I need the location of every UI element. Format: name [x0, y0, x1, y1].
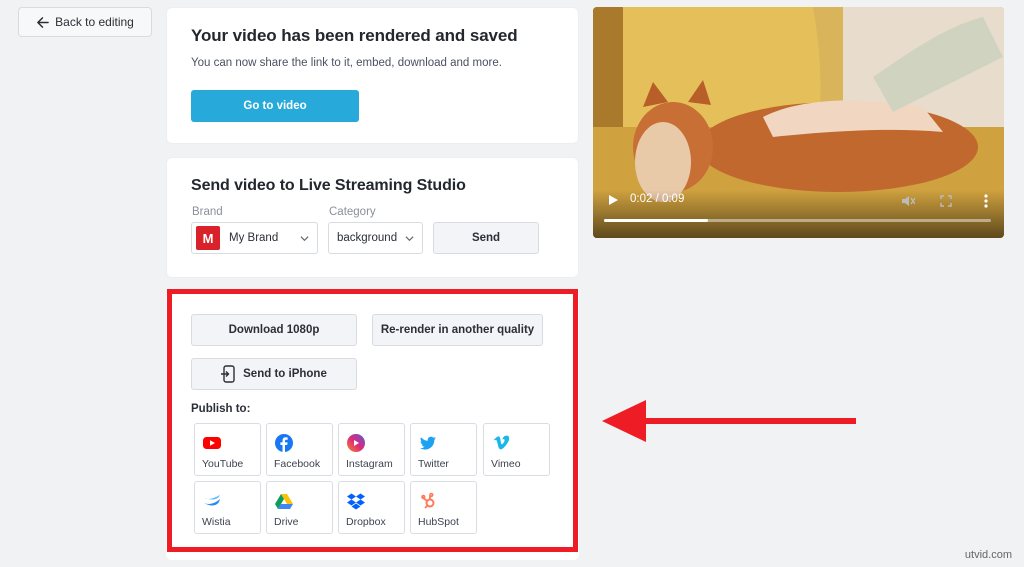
red-arrow-annotation	[602, 400, 856, 442]
video-player[interactable]: 0:02 / 0:09	[593, 7, 1004, 238]
mute-icon[interactable]	[901, 194, 915, 208]
platform-label: Drive	[274, 516, 299, 528]
publish-youtube-tile[interactable]: YouTube	[194, 423, 261, 476]
brand-label: Brand	[192, 206, 223, 218]
platform-label: Vimeo	[491, 458, 521, 470]
rendered-subtitle: You can now share the link to it, embed,…	[191, 57, 502, 69]
platform-label: Wistia	[202, 516, 231, 528]
youtube-icon	[203, 437, 221, 449]
hubspot-icon	[421, 492, 435, 509]
google-drive-icon	[275, 494, 293, 509]
download-1080p-button[interactable]: Download 1080p	[191, 314, 357, 346]
brand-select[interactable]: M My Brand	[191, 222, 318, 254]
go-to-video-button[interactable]: Go to video	[191, 90, 359, 122]
platform-label: Facebook	[274, 458, 321, 470]
publish-twitter-tile[interactable]: Twitter	[410, 423, 477, 476]
video-time: 0:02 / 0:09	[630, 193, 685, 205]
publish-facebook-tile[interactable]: Facebook	[266, 423, 333, 476]
dropbox-icon	[347, 493, 365, 510]
publish-drive-tile[interactable]: Drive	[266, 481, 333, 534]
vimeo-icon	[493, 435, 510, 450]
watermark: utvid.com	[964, 549, 1012, 561]
video-progress-track[interactable]	[604, 219, 991, 222]
more-options-icon[interactable]	[984, 194, 988, 208]
back-to-editing-button[interactable]: Back to editing	[18, 7, 152, 37]
platform-label: YouTube	[202, 458, 244, 470]
publish-wistia-tile[interactable]: Wistia	[194, 481, 261, 534]
platform-label: Twitter	[418, 458, 449, 470]
publish-instagram-tile[interactable]: Instagram	[338, 423, 405, 476]
platform-label: Dropbox	[346, 516, 386, 528]
send-to-iphone-button[interactable]: Send to iPhone	[191, 358, 357, 390]
rendered-title: Your video has been rendered and saved	[191, 26, 518, 45]
send-to-iphone-label: Send to iPhone	[243, 368, 327, 380]
category-label: Category	[329, 206, 376, 218]
chevron-down-icon	[405, 236, 414, 242]
publish-dropbox-tile[interactable]: Dropbox	[338, 481, 405, 534]
publish-to-label: Publish to:	[191, 403, 251, 415]
publish-hubspot-tile[interactable]: HubSpot	[410, 481, 477, 534]
publish-vimeo-tile[interactable]: Vimeo	[483, 423, 550, 476]
category-select[interactable]: background	[328, 222, 423, 254]
brand-value: My Brand	[229, 232, 279, 244]
back-to-editing-label: Back to editing	[55, 15, 134, 29]
platform-label: Instagram	[346, 458, 393, 470]
play-icon[interactable]	[607, 194, 619, 206]
facebook-icon	[275, 434, 293, 452]
wistia-icon	[204, 495, 220, 506]
arrow-left-icon	[37, 16, 49, 28]
rerender-button[interactable]: Re-render in another quality	[372, 314, 543, 346]
category-value: background	[337, 232, 398, 244]
send-button[interactable]: Send	[433, 222, 539, 254]
platform-label: HubSpot	[418, 516, 459, 528]
studio-title: Send video to Live Streaming Studio	[191, 177, 466, 194]
brand-logo: M	[196, 226, 220, 250]
instagram-icon	[347, 434, 365, 452]
fullscreen-icon[interactable]	[940, 195, 952, 207]
twitter-icon	[420, 436, 436, 450]
video-progress-fill	[604, 219, 709, 222]
chevron-down-icon	[300, 236, 309, 242]
phone-send-icon	[221, 365, 235, 383]
streaming-studio-card: Send video to Live Streaming Studio Bran…	[166, 157, 579, 278]
rendered-card: Your video has been rendered and saved Y…	[166, 7, 579, 144]
